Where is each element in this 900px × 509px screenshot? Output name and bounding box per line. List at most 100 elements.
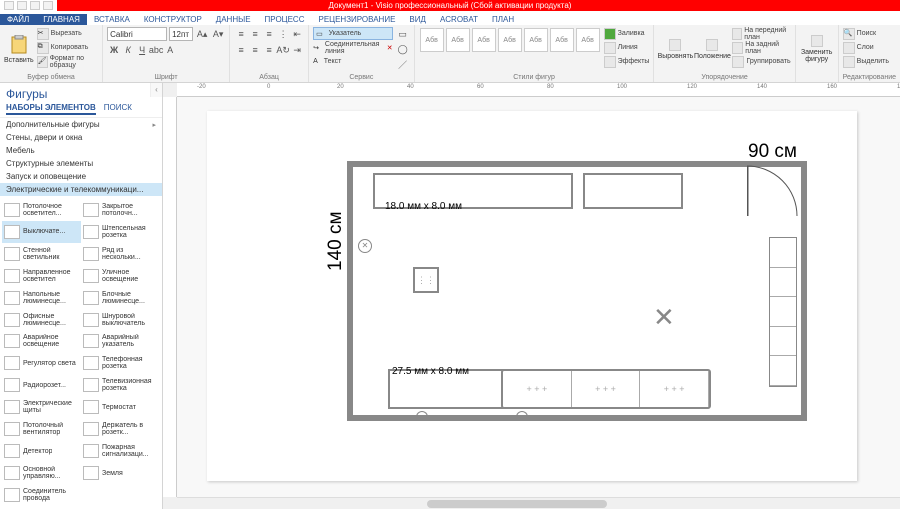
shapes-tab-search[interactable]: ПОИСК bbox=[104, 103, 132, 115]
tab-insert[interactable]: ВСТАВКА bbox=[87, 14, 137, 25]
shape-item[interactable]: Аварийный указатель bbox=[81, 331, 160, 353]
horizontal-scrollbar[interactable] bbox=[177, 497, 900, 509]
shape-item[interactable]: Потолочный вентилятор bbox=[2, 418, 81, 440]
text-tool[interactable]: A Текст bbox=[313, 55, 393, 68]
select-button[interactable]: Выделить bbox=[843, 55, 889, 68]
underline-button[interactable]: Ч bbox=[135, 43, 149, 57]
shape-item[interactable]: Закрытое потолочн... bbox=[81, 199, 160, 221]
font-size-combo[interactable]: 12пт bbox=[169, 27, 193, 41]
stencil-electrical[interactable]: Электрические и телекоммуникаци... bbox=[0, 183, 162, 196]
shape-item[interactable]: Телефонная розетка bbox=[81, 352, 160, 374]
align-center-button[interactable]: ≡ bbox=[248, 43, 262, 57]
strike-button[interactable]: abc bbox=[149, 43, 163, 57]
shape-item[interactable]: Соединитель провода bbox=[2, 484, 81, 506]
align-top-button[interactable]: ≡ bbox=[234, 27, 248, 41]
stencil-structure[interactable]: Структурные элементы bbox=[0, 157, 162, 170]
style-6[interactable]: Aбв bbox=[550, 28, 574, 52]
shape-item[interactable]: Выключате... bbox=[2, 221, 81, 243]
shape-item[interactable]: Электрические щиты bbox=[2, 396, 81, 418]
ellipse-tool[interactable]: ◯ bbox=[396, 42, 410, 56]
rectangle-tool[interactable]: ▭ bbox=[396, 27, 410, 41]
room-outline[interactable]: ✕ bbox=[347, 161, 807, 421]
connector-tool[interactable]: ↪ Соединительная линия ✕ bbox=[313, 41, 393, 54]
style-3[interactable]: Aбв bbox=[472, 28, 496, 52]
shape-item[interactable]: Радиорозет... bbox=[2, 374, 81, 396]
cut-button[interactable]: ✂Вырезать bbox=[37, 27, 98, 40]
stencil-walls[interactable]: Стены, двери и окна bbox=[0, 131, 162, 144]
group-button[interactable]: Группировать bbox=[732, 55, 790, 68]
grow-font-button[interactable]: A▴ bbox=[195, 27, 209, 41]
furniture-stool[interactable] bbox=[413, 267, 439, 293]
shape-item[interactable]: Штепсельная розетка bbox=[81, 221, 160, 243]
close-connector-icon[interactable]: ✕ bbox=[387, 44, 393, 52]
shape-item[interactable]: Потолочное осветител... bbox=[2, 199, 81, 221]
drawing-surface[interactable]: ✕ 90 см 140 см 18.0 мм x 8.0 мм 27.5 мм … bbox=[177, 97, 900, 497]
shape-item[interactable]: Аварийное освещение bbox=[2, 331, 81, 353]
bring-front-button[interactable]: На передний план bbox=[732, 27, 790, 40]
redo-icon[interactable] bbox=[43, 1, 53, 10]
align-mid-button[interactable]: ≡ bbox=[248, 27, 262, 41]
line-button[interactable]: Линия bbox=[604, 41, 650, 54]
shape-item[interactable]: Шнуровой выключатель bbox=[81, 309, 160, 331]
copy-button[interactable]: ⧉Копировать bbox=[37, 41, 98, 54]
pointer-tool[interactable]: ▭ Указатель bbox=[313, 27, 393, 40]
tab-data[interactable]: ДАННЫЕ bbox=[209, 14, 258, 25]
shape-item[interactable]: Стенной светильник bbox=[2, 243, 81, 265]
line-tool[interactable]: ／ bbox=[396, 57, 410, 71]
align-button[interactable]: Выровнять bbox=[658, 27, 692, 71]
ceiling-light-marker[interactable]: ✕ bbox=[653, 302, 675, 333]
tab-review[interactable]: РЕЦЕНЗИРОВАНИЕ bbox=[311, 14, 402, 25]
effects-button[interactable]: Эффекты bbox=[604, 55, 650, 68]
send-back-button[interactable]: На задний план bbox=[732, 41, 790, 54]
shape-item[interactable]: Пожарная сигнализаци... bbox=[81, 440, 160, 462]
tab-home[interactable]: ГЛАВНАЯ bbox=[36, 14, 87, 25]
visio-icon[interactable] bbox=[4, 1, 14, 10]
tab-acrobat[interactable]: ACROBAT bbox=[433, 14, 485, 25]
tab-design[interactable]: КОНСТРУКТОР bbox=[137, 14, 209, 25]
shape-item[interactable]: Напольные люминесце... bbox=[2, 287, 81, 309]
style-4[interactable]: Aбв bbox=[498, 28, 522, 52]
stencil-more[interactable]: Дополнительные фигуры▸ bbox=[0, 118, 162, 131]
shape-item[interactable]: Основной управляю... bbox=[2, 462, 81, 484]
style-7[interactable]: Aбв bbox=[576, 28, 600, 52]
style-2[interactable]: Aбв bbox=[446, 28, 470, 52]
shape-item[interactable]: Телевизионная розетка bbox=[81, 374, 160, 396]
lamp-2[interactable] bbox=[513, 411, 529, 419]
align-bot-button[interactable]: ≡ bbox=[262, 27, 276, 41]
shape-item[interactable]: Регулятор света bbox=[2, 352, 81, 374]
shape-item[interactable]: Офисные люминесце... bbox=[2, 309, 81, 331]
shape-item[interactable]: Ряд из нескольки... bbox=[81, 243, 160, 265]
shape-item[interactable]: Блочные люминесце... bbox=[81, 287, 160, 309]
format-painter-button[interactable]: 🖌Формат по образцу bbox=[37, 55, 98, 68]
font-name-combo[interactable]: Calibri bbox=[107, 27, 167, 41]
style-5[interactable]: Aбв bbox=[524, 28, 548, 52]
bold-button[interactable]: Ж bbox=[107, 43, 121, 57]
collapse-panel-button[interactable]: ‹ bbox=[150, 83, 162, 97]
style-1[interactable]: Aбв bbox=[420, 28, 444, 52]
tab-view[interactable]: ВИД bbox=[402, 14, 433, 25]
shape-item[interactable]: Уличное освещение bbox=[81, 265, 160, 287]
bullets-button[interactable]: ⋮ bbox=[276, 27, 290, 41]
shape-item[interactable]: Направленное осветител bbox=[2, 265, 81, 287]
furniture-sofa[interactable] bbox=[501, 369, 711, 409]
style-gallery[interactable]: Aбв Aбв Aбв Aбв Aбв Aбв Aбв bbox=[419, 27, 601, 53]
outlet-symbol[interactable] bbox=[358, 239, 372, 253]
shape-item[interactable]: Термостат bbox=[81, 396, 160, 418]
furniture-desk-2[interactable] bbox=[583, 173, 683, 209]
font-color-button[interactable]: A bbox=[163, 43, 177, 57]
align-left-button[interactable]: ≡ bbox=[234, 43, 248, 57]
shape-item[interactable]: Детектор bbox=[2, 440, 81, 462]
save-icon[interactable] bbox=[17, 1, 27, 10]
fill-button[interactable]: Заливка bbox=[604, 27, 650, 40]
shrink-font-button[interactable]: A▾ bbox=[211, 27, 225, 41]
scrollbar-thumb[interactable] bbox=[427, 500, 607, 508]
stencil-furniture[interactable]: Мебель bbox=[0, 144, 162, 157]
lamp-1[interactable] bbox=[413, 411, 429, 419]
layers-button[interactable]: Слои bbox=[843, 41, 889, 54]
shape-item[interactable]: Земля bbox=[81, 462, 160, 484]
stencil-alarm[interactable]: Запуск и оповещение bbox=[0, 170, 162, 183]
undo-icon[interactable] bbox=[30, 1, 40, 10]
shapes-tab-sets[interactable]: НАБОРЫ ЭЛЕМЕНТОВ bbox=[6, 103, 96, 115]
shape-item[interactable]: Держатель в розетк... bbox=[81, 418, 160, 440]
change-shape-button[interactable]: Заменить фигуру bbox=[800, 27, 834, 71]
